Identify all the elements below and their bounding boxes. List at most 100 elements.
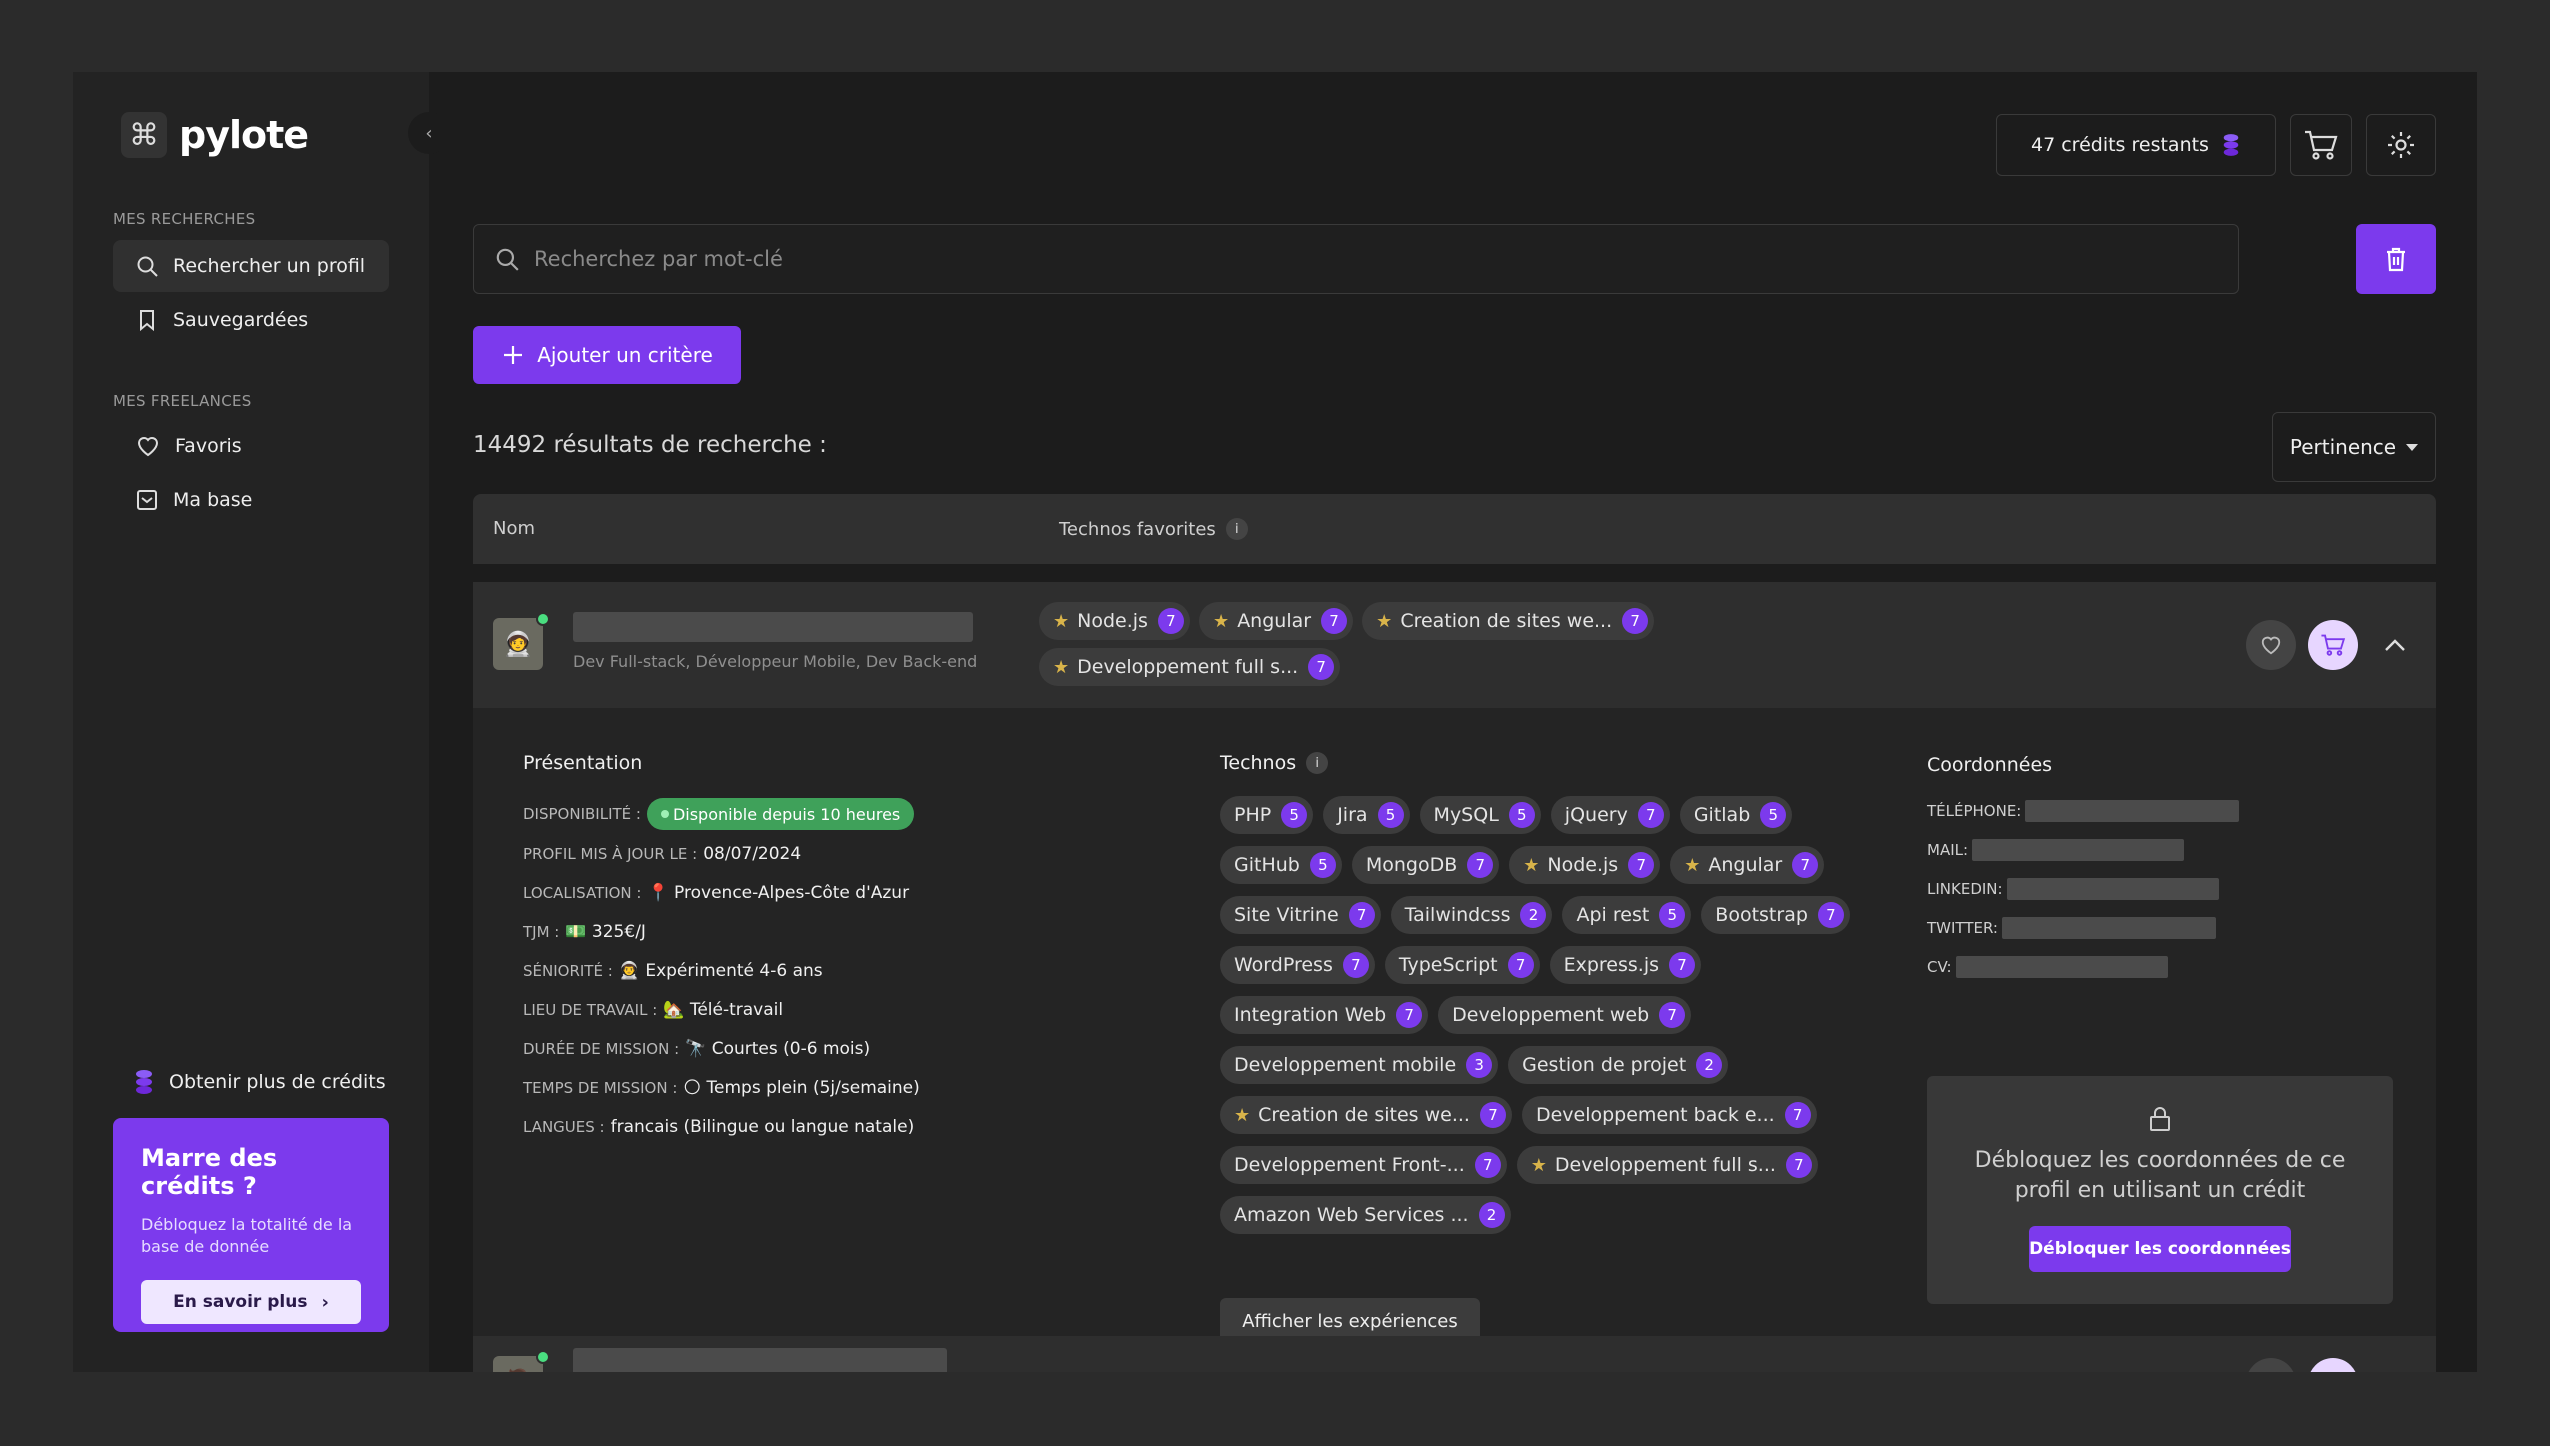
credits-remaining-label: 47 crédits restants (2031, 134, 2209, 156)
tech-tag-label: Jira (1337, 804, 1368, 826)
tech-tag-count: 7 (1474, 1152, 1501, 1178)
unlock-contacts-button[interactable]: Débloquer les coordonnées (2029, 1226, 2291, 1272)
detail-value: 📍 Provence-Alpes-Côte d'Azur (647, 883, 910, 903)
settings-button[interactable] (2366, 114, 2436, 176)
tech-tag-label: Tailwindcss (1404, 904, 1511, 926)
online-status-dot (536, 1350, 550, 1364)
clear-search-button[interactable] (2356, 224, 2436, 294)
sidebar-item-label: Rechercher un profil (173, 255, 366, 277)
table-row[interactable]: 🧑 (473, 1336, 2436, 1372)
add-to-cart-button[interactable] (2308, 1358, 2358, 1372)
tech-tag-count: 7 (1342, 952, 1369, 978)
star-icon: ★ (1376, 610, 1393, 632)
logo-text: pylote (179, 113, 309, 157)
main-content: 47 crédits restants Ajouter un critère 1… (429, 72, 2477, 1372)
tech-tag-count: 3 (1466, 1052, 1493, 1078)
tech-tag-count: 7 (1785, 1152, 1812, 1178)
tech-tag: ★ Node.js 7 (1509, 846, 1661, 884)
promo-card: Marre des crédits ? Débloquez la totalit… (113, 1118, 389, 1332)
favorite-button[interactable] (2246, 620, 2296, 670)
sidebar-item-favorites[interactable]: Favoris (113, 420, 389, 472)
search-icon (137, 256, 158, 277)
table-row[interactable]: 🧑‍🚀 Dev Full-stack, Développeur Mobile, … (473, 582, 2436, 708)
cv-line: CV: (1927, 956, 2168, 978)
sidebar-item-label: Favoris (175, 435, 242, 457)
detail-value: 💵 325€/J (565, 922, 646, 942)
techs-list: PHP 5 Jira 5 MySQL 5 jQuery 7 Gitlab 5 GitHub 5 Mong… (1220, 796, 1910, 1246)
heart-icon (2261, 636, 2281, 655)
redacted-value (2001, 917, 2216, 939)
detail-key: LIEU DE TRAVAIL : (523, 1001, 658, 1019)
tech-tag-label: Node.js (1547, 854, 1619, 876)
star-icon: ★ (1234, 1104, 1251, 1126)
search-bar[interactable] (473, 224, 2239, 294)
tech-tag-label: Developpement Front-... (1234, 1154, 1465, 1176)
inbox-icon (137, 490, 157, 510)
tech-tag-label: Express.js (1563, 954, 1660, 976)
add-to-cart-button[interactable] (2308, 620, 2358, 670)
coins-icon (136, 1070, 152, 1094)
detail-key: SÉNIORITÉ : (523, 962, 613, 980)
sidebar: ⌘ pylote MES RECHERCHES Rechercher un pr… (73, 72, 429, 1372)
tech-tag-label: Node.js (1077, 610, 1148, 632)
tech-tag-label: Developpement web (1452, 1004, 1650, 1026)
techs-title-label: Technos (1220, 752, 1297, 774)
contact-key: MAIL: (1927, 841, 1969, 859)
tech-tag: Api rest 5 (1562, 896, 1692, 934)
tech-tag: ★ Angular 7 (1199, 602, 1354, 640)
tech-tag: ★ Developpement full s... 7 (1516, 1146, 1818, 1184)
get-more-credits-link[interactable]: Obtenir plus de crédits (133, 1068, 386, 1096)
tech-tag: MySQL 5 (1419, 796, 1541, 834)
learn-more-label: En savoir plus (173, 1292, 308, 1312)
sort-select[interactable]: Pertinence (2272, 412, 2436, 482)
tech-tag-count: 7 (1659, 1002, 1686, 1028)
tech-tag-label: Developpement full s... (1554, 1154, 1776, 1176)
tech-tag: Amazon Web Services ... 2 (1220, 1196, 1511, 1234)
tech-tag-count: 7 (1157, 608, 1184, 634)
duration-line: DURÉE DE MISSION : 🔭 Courtes (0-6 mois) (523, 1039, 870, 1059)
tech-tag-count: 7 (1348, 902, 1375, 928)
add-criteria-label: Ajouter un critère (537, 343, 713, 367)
tech-tag-label: GitHub (1234, 854, 1300, 876)
tech-tag-count: 7 (1628, 852, 1655, 878)
tech-tag: Tailwindcss 2 (1390, 896, 1553, 934)
info-icon[interactable]: i (1306, 752, 1329, 774)
sidebar-item-saved[interactable]: Sauvegardées (113, 294, 389, 346)
tech-tag-label: MongoDB (1365, 854, 1458, 876)
section-label-searches: MES RECHERCHES (113, 210, 256, 228)
tech-tag: Developpement Front-... 7 (1220, 1146, 1507, 1184)
cart-button[interactable] (2290, 114, 2352, 176)
phone-line: TÉLÉPHONE: (1927, 800, 2240, 822)
collapse-row-button[interactable] (2378, 628, 2412, 662)
contact-key: TÉLÉPHONE: (1927, 802, 2022, 820)
add-criteria-button[interactable]: Ajouter un critère (473, 326, 741, 384)
availability-line: DISPONIBILITÉ : Disponible depuis 10 heur… (523, 798, 915, 830)
tech-tag-count: 7 (1637, 802, 1664, 828)
online-status-dot (536, 612, 550, 626)
favorite-button[interactable] (2246, 1358, 2296, 1372)
chevron-right-icon: › (321, 1291, 329, 1313)
profile-details: Présentation DISPONIBILITÉ : Disponible d… (473, 708, 2436, 1372)
learn-more-button[interactable]: En savoir plus › (141, 1280, 361, 1324)
app-window: ⌘ pylote MES RECHERCHES Rechercher un pr… (73, 72, 2477, 1372)
tech-tag-label: Site Vitrine (1234, 904, 1339, 926)
sidebar-item-search-profile[interactable]: Rechercher un profil (113, 240, 389, 292)
redacted-value (2006, 878, 2219, 900)
tech-tag: ★ Creation de sites we... 7 (1220, 1096, 1512, 1134)
promo-text: Débloquez la totalité de la base de donn… (141, 1215, 353, 1256)
sidebar-item-base[interactable]: Ma base (113, 474, 389, 526)
tech-tag-count: 5 (1377, 802, 1404, 828)
tech-tag: GitHub 5 (1220, 846, 1342, 884)
unlock-contacts-box: Débloquez les coordonnées de ce profil e… (1927, 1076, 2393, 1304)
tech-tag: Gitlab 5 (1679, 796, 1793, 834)
logo[interactable]: ⌘ pylote (121, 112, 309, 158)
column-header-name: Nom (493, 518, 535, 539)
search-input[interactable] (534, 247, 2134, 271)
info-icon[interactable]: i (1225, 518, 1248, 540)
credits-remaining[interactable]: 47 crédits restants (1996, 114, 2276, 176)
tech-tag-label: Creation de sites we... (1400, 610, 1613, 632)
name-placeholder (573, 1348, 947, 1372)
lock-icon (2150, 1107, 2170, 1131)
tech-tag-label: WordPress (1234, 954, 1333, 976)
tech-tag-count: 7 (1479, 1102, 1506, 1128)
